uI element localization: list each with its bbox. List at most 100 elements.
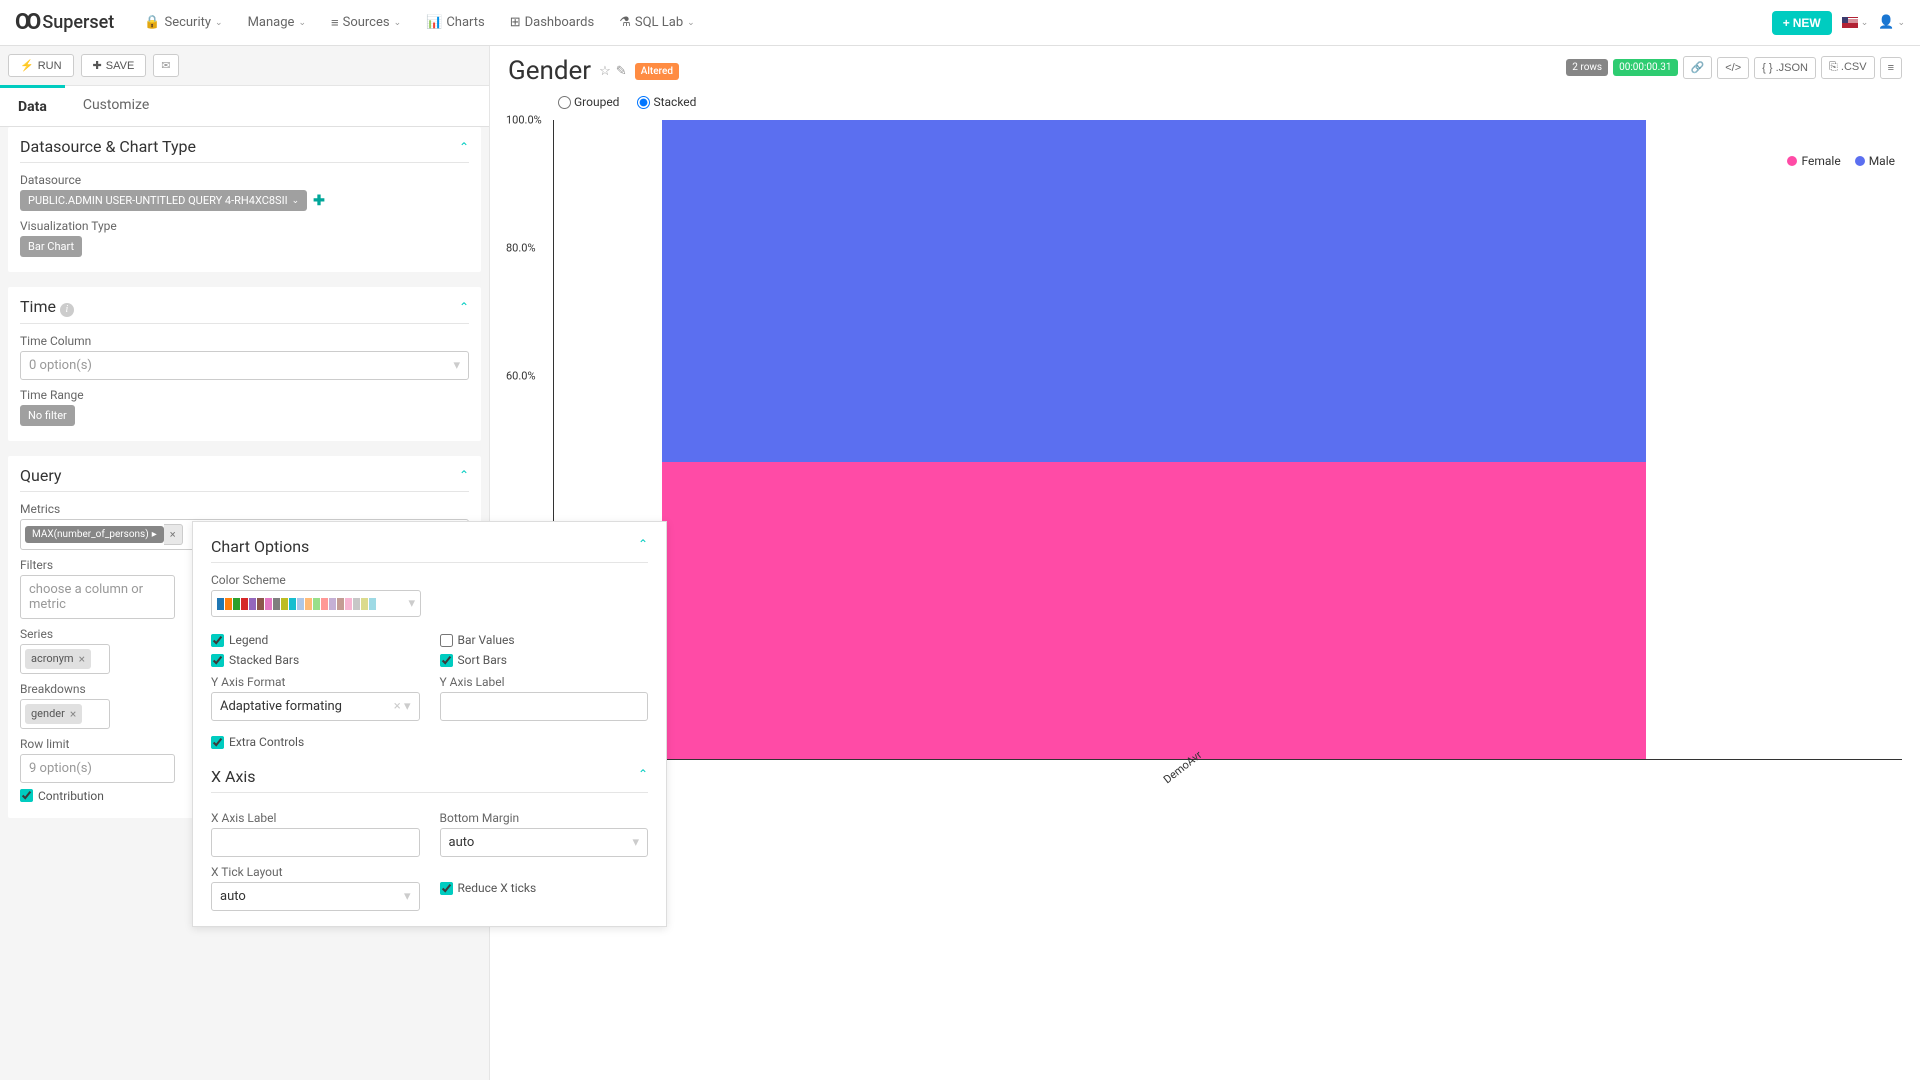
color-swatch: [329, 598, 336, 610]
yaxis-label-input[interactable]: [440, 692, 649, 721]
logo-icon: OO: [15, 10, 37, 35]
nav-security[interactable]: 🔒Security⌄: [134, 15, 232, 30]
altered-badge[interactable]: Altered: [635, 63, 679, 80]
chart-plot-area: 100.0%80.0%60.0% DemoAvr: [553, 120, 1902, 760]
bar-segment-female[interactable]: [662, 462, 1646, 759]
color-swatch: [265, 598, 272, 610]
filters-input[interactable]: choose a column or metric: [20, 575, 175, 619]
logo[interactable]: OO Superset: [15, 10, 114, 35]
color-swatch: [321, 598, 328, 610]
edit-icon[interactable]: ✎: [616, 64, 627, 79]
section-datasource: Datasource & Chart Type⌃ Datasource PUBL…: [8, 127, 481, 272]
color-swatch: [241, 598, 248, 610]
timing-badge: 00:00:00.31: [1613, 59, 1677, 76]
contribution-checkbox[interactable]: [20, 789, 33, 802]
rowlimit-select[interactable]: 9 option(s): [20, 754, 175, 783]
csv-button[interactable]: ⎘ .CSV: [1821, 56, 1875, 79]
save-button[interactable]: ✚SAVE: [81, 54, 147, 77]
breakdowns-tag[interactable]: gender×: [25, 704, 82, 724]
nav-charts[interactable]: 📊Charts: [416, 15, 495, 30]
json-button[interactable]: { } .JSON: [1754, 57, 1816, 79]
legend-checkbox[interactable]: [211, 634, 224, 647]
color-swatch: [217, 598, 224, 610]
plus-circle-icon: ✚: [93, 59, 102, 72]
nav-sources[interactable]: ≡Sources⌄: [321, 15, 411, 31]
time-column-label: Time Column: [20, 334, 469, 348]
datasource-select[interactable]: PUBLIC.ADMIN USER-UNTITLED QUERY 4-RH4XC…: [20, 190, 307, 211]
nav-dashboards[interactable]: ⊞Dashboards: [500, 15, 605, 30]
new-button[interactable]: +NEW: [1772, 11, 1832, 35]
embed-button[interactable]: </>: [1717, 57, 1749, 79]
color-scheme-select[interactable]: ▾: [211, 590, 421, 617]
tab-customize[interactable]: Customize: [65, 86, 167, 126]
chevron-up-icon[interactable]: ⌃: [459, 300, 469, 314]
nav-manage[interactable]: Manage⌄: [238, 15, 316, 30]
bar-segment-male[interactable]: [662, 120, 1646, 462]
time-range-label: Time Range: [20, 388, 469, 402]
time-range-select[interactable]: No filter: [20, 405, 75, 426]
section-time: Time i ⌃ Time Column 0 option(s)▾ Time Ra…: [8, 287, 481, 441]
chevron-up-icon[interactable]: ⌃: [459, 140, 469, 154]
nav-sqllab[interactable]: ⚗SQL Lab⌄: [609, 15, 704, 30]
flag-icon: [1842, 17, 1858, 28]
color-swatch: [249, 598, 256, 610]
stacked-bars-checkbox[interactable]: [211, 654, 224, 667]
color-swatch: [273, 598, 280, 610]
datasource-add-button[interactable]: ✚: [313, 193, 325, 209]
color-swatch: [369, 598, 376, 610]
time-column-select[interactable]: 0 option(s)▾: [20, 351, 469, 380]
rows-badge: 2 rows: [1566, 59, 1608, 76]
brand-text: Superset: [42, 12, 114, 33]
chart-options-panel: Chart Options⌃ Color Scheme ▾ Legend Sta…: [192, 521, 667, 927]
color-swatch: [345, 598, 352, 610]
section-title-text: Query: [20, 466, 61, 485]
chevron-up-icon[interactable]: ⌃: [459, 468, 469, 482]
series-input[interactable]: acronym×: [20, 644, 110, 674]
tab-data[interactable]: Data: [0, 85, 65, 126]
metric-tag[interactable]: MAX(number_of_persons)▸: [25, 526, 164, 543]
color-swatch: [257, 598, 264, 610]
share-button[interactable]: ✉: [153, 54, 178, 77]
user-icon: 👤: [1878, 15, 1894, 30]
metrics-label: Metrics: [20, 502, 469, 516]
link-button[interactable]: 🔗: [1683, 56, 1713, 79]
y-tick-label: 60.0%: [506, 369, 536, 382]
user-menu[interactable]: 👤⌄: [1878, 15, 1905, 30]
info-icon[interactable]: i: [60, 303, 74, 317]
yaxis-format-select[interactable]: Adaptative formating× ▾: [211, 692, 420, 721]
bar-values-checkbox[interactable]: [440, 634, 453, 647]
remove-icon[interactable]: ×: [70, 707, 76, 721]
xaxis-section-title: X Axis: [211, 767, 256, 786]
language-flag[interactable]: ⌄: [1842, 17, 1869, 28]
extra-controls-checkbox[interactable]: [211, 736, 224, 749]
menu-button[interactable]: ≡: [1880, 57, 1902, 79]
color-swatch: [313, 598, 320, 610]
xaxis-label-input[interactable]: [211, 828, 420, 857]
chart-options-title: Chart Options: [211, 537, 309, 556]
section-title-text: Time: [20, 297, 56, 316]
yaxis-label-label: Y Axis Label: [440, 675, 649, 689]
metric-remove[interactable]: ×: [164, 524, 183, 545]
chevron-up-icon[interactable]: ⌃: [638, 767, 648, 786]
remove-icon[interactable]: ×: [79, 652, 85, 666]
color-swatch: [353, 598, 360, 610]
color-swatch: [337, 598, 344, 610]
chevron-up-icon[interactable]: ⌃: [638, 537, 648, 556]
color-swatch: [233, 598, 240, 610]
stacked-radio[interactable]: Stacked: [637, 95, 696, 109]
series-tag[interactable]: acronym×: [25, 649, 91, 669]
grouped-radio[interactable]: Grouped: [558, 95, 619, 109]
run-button[interactable]: ⚡RUN: [8, 54, 74, 77]
reduce-x-checkbox[interactable]: [440, 882, 453, 895]
star-icon[interactable]: ☆: [599, 64, 611, 79]
sort-bars-checkbox[interactable]: [440, 654, 453, 667]
explore-tabs: Data Customize: [0, 86, 489, 127]
bottom-margin-select[interactable]: auto▾: [440, 828, 649, 857]
navbar: OO Superset 🔒Security⌄ Manage⌄ ≡Sources⌄…: [0, 0, 1920, 46]
plus-icon: +: [1783, 16, 1790, 30]
xaxis-label-label: X Axis Label: [211, 811, 420, 825]
breakdowns-input[interactable]: gender×: [20, 699, 110, 729]
viz-type-select[interactable]: Bar Chart: [20, 236, 82, 257]
xtick-layout-select[interactable]: auto▾: [211, 882, 420, 911]
contribution-label: Contribution: [38, 789, 104, 803]
